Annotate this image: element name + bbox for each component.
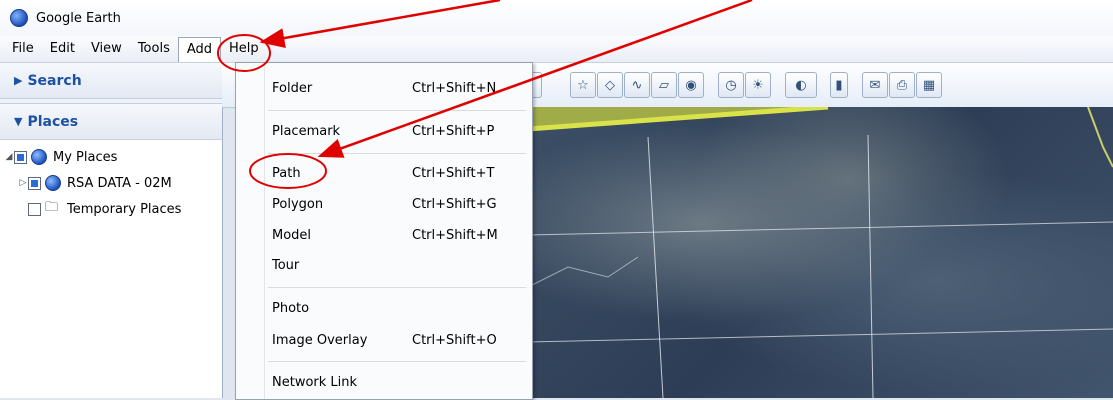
tree-item-label: My Places — [53, 149, 118, 165]
menu-item-label: Image Overlay — [272, 332, 368, 348]
road-line — [1087, 107, 1113, 168]
expand-arrow-icon: ▶ — [14, 74, 23, 87]
rsa-data-checkbox[interactable] — [28, 176, 41, 190]
map-overlay-lines — [528, 107, 1113, 398]
image-overlay-icon[interactable]: ▱ — [651, 72, 677, 98]
search-panel-header[interactable]: ▶ Search — [0, 63, 222, 99]
grid-line — [867, 134, 874, 398]
tree-item-label: Temporary Places — [67, 201, 182, 217]
polygon-icon[interactable]: ◇ — [597, 72, 623, 98]
menu-separator — [268, 361, 526, 362]
historical-imagery-icon[interactable]: ◷ — [718, 72, 744, 98]
grid-line — [528, 221, 1113, 236]
menu-item-shortcut: Ctrl+Shift+M — [412, 227, 498, 243]
add-menu-item-placemark[interactable]: Placemark Ctrl+Shift+P — [236, 118, 532, 144]
grid-line — [528, 328, 1113, 343]
add-menu-item-photo[interactable]: Photo — [236, 295, 532, 321]
add-menu-item-path[interactable]: Path Ctrl+Shift+T — [236, 160, 532, 186]
search-panel-label: Search — [27, 72, 82, 89]
grid-line — [647, 136, 664, 398]
temporary-places-checkbox[interactable] — [28, 202, 41, 216]
window-title: Google Earth — [36, 10, 121, 26]
title-bar: Google Earth — [0, 0, 1113, 36]
add-menu-item-tour[interactable]: Tour — [236, 252, 532, 278]
menu-item-label: Photo — [272, 300, 310, 316]
menu-item-shortcut: Ctrl+Shift+P — [412, 123, 495, 139]
menu-file[interactable]: File — [4, 38, 42, 60]
add-menu-item-model[interactable]: Model Ctrl+Shift+M — [236, 222, 532, 248]
places-panel-label: Places — [27, 113, 79, 130]
sunlight-icon[interactable]: ☀ — [745, 72, 771, 98]
menu-separator — [268, 110, 526, 111]
add-menu-item-image-overlay[interactable]: Image Overlay Ctrl+Shift+O — [236, 327, 532, 353]
tree-item-my-places[interactable]: ◢ My Places — [0, 144, 222, 170]
planets-icon[interactable]: ◐ — [785, 72, 817, 98]
menu-item-label: Tour — [272, 257, 300, 273]
email-icon[interactable]: ✉ — [862, 72, 888, 98]
grid-line — [528, 256, 639, 288]
menu-item-label: Placemark — [272, 123, 341, 139]
menu-item-shortcut: Ctrl+Shift+G — [412, 196, 497, 212]
tree-collapsed-arrow-icon[interactable]: ▷ — [18, 178, 28, 188]
menu-item-label: Network Link — [272, 374, 358, 390]
path-icon[interactable]: ∿ — [624, 72, 650, 98]
tree-item-rsa-data[interactable]: ▷ RSA DATA - 02M — [0, 170, 222, 196]
tree-item-label: RSA DATA - 02M — [67, 175, 172, 191]
globe-icon — [45, 175, 61, 191]
add-menu-item-network-link[interactable]: Network Link — [236, 369, 532, 395]
ruler-icon[interactable]: ▮ — [830, 72, 848, 98]
add-menu-dropdown: Folder Ctrl+Shift+N Placemark Ctrl+Shift… — [235, 62, 533, 400]
folder-icon: 🗀 — [45, 200, 59, 215]
collapse-arrow-icon: ▼ — [14, 115, 23, 128]
menu-item-shortcut: Ctrl+Shift+N — [412, 80, 497, 96]
menu-tools[interactable]: Tools — [130, 38, 178, 60]
tree-item-temporary-places[interactable]: 🗀 Temporary Places — [0, 196, 222, 222]
menu-item-label: Model — [272, 227, 312, 243]
places-panel-header[interactable]: ▼ Places — [0, 104, 222, 140]
menu-item-shortcut: Ctrl+Shift+T — [412, 165, 495, 181]
placemark-icon[interactable]: ☆ — [570, 72, 596, 98]
record-tour-icon[interactable]: ◉ — [678, 72, 704, 98]
my-places-checkbox[interactable] — [14, 150, 27, 164]
print-icon[interactable]: ⎙ — [889, 72, 915, 98]
globe-icon — [31, 149, 47, 165]
menu-help[interactable]: Help — [221, 38, 267, 60]
tree-expanded-arrow-icon[interactable]: ◢ — [4, 152, 14, 162]
menu-item-label: Polygon — [272, 196, 324, 212]
sidebar: ▶ Search ▼ Places ◢ My Places ▷ RSA DATA… — [0, 63, 223, 398]
google-earth-logo-icon — [10, 9, 28, 27]
menu-separator — [268, 153, 526, 154]
view-in-maps-icon[interactable]: ▦ — [916, 72, 942, 98]
menu-edit[interactable]: Edit — [42, 38, 83, 60]
menu-item-shortcut: Ctrl+Shift+O — [412, 332, 497, 348]
menu-item-label: Folder — [272, 80, 313, 96]
menu-bar: File Edit View Tools Add Help — [0, 36, 1113, 63]
map-view[interactable] — [528, 107, 1113, 398]
menu-separator — [268, 287, 526, 288]
menu-item-label: Path — [272, 165, 301, 181]
places-tree: ◢ My Places ▷ RSA DATA - 02M 🗀 Temporary… — [0, 140, 222, 222]
add-menu-item-folder[interactable]: Folder Ctrl+Shift+N — [236, 75, 532, 101]
menu-add[interactable]: Add — [177, 36, 222, 62]
add-menu-item-polygon[interactable]: Polygon Ctrl+Shift+G — [236, 191, 532, 217]
menu-view[interactable]: View — [83, 38, 130, 60]
